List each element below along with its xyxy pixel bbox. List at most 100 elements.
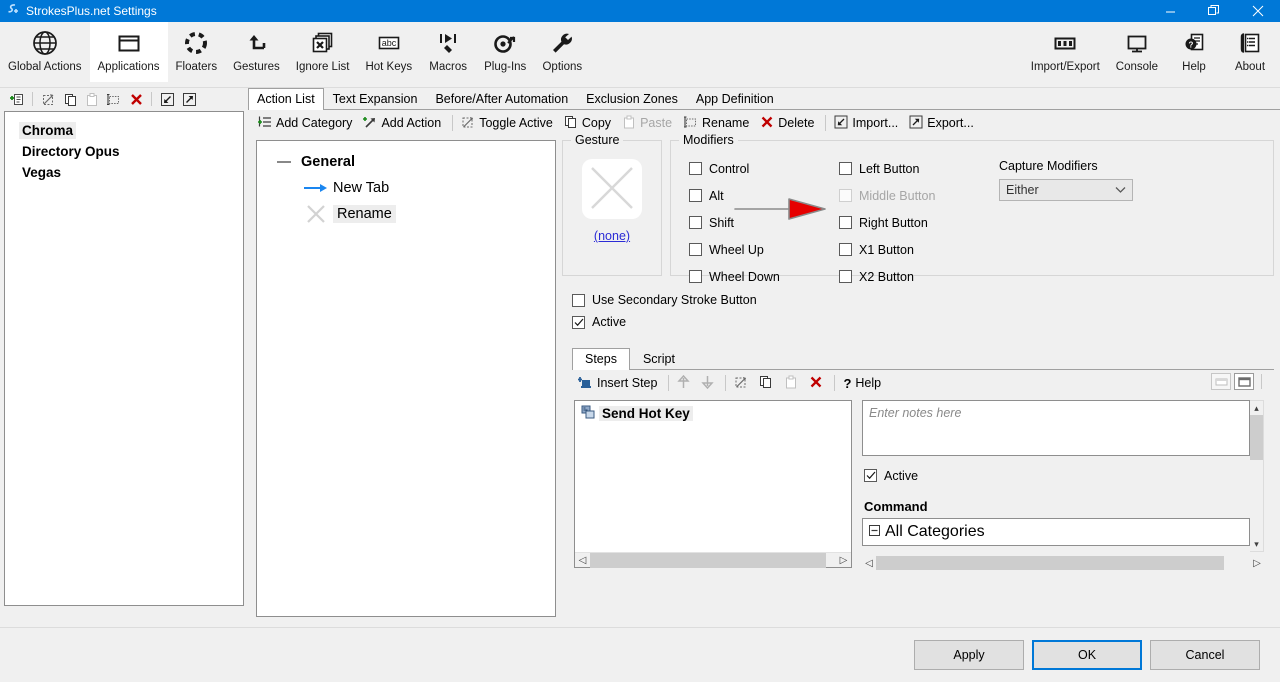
- ribbon-item-console[interactable]: Console: [1108, 22, 1166, 82]
- checkbox-use-secondary-stroke-button[interactable]: Use Secondary Stroke Button: [572, 289, 1274, 311]
- tab-script[interactable]: Script: [630, 348, 688, 370]
- ribbon-item-floaters[interactable]: Floaters: [168, 22, 226, 82]
- steps-delete-button[interactable]: [805, 373, 830, 394]
- steps-horizontal-scrollbar[interactable]: ◁ ▷: [575, 552, 851, 568]
- ribbon-item-global-actions[interactable]: Global Actions: [0, 22, 90, 82]
- insert-step-button[interactable]: Insert Step: [574, 373, 664, 394]
- tab-steps[interactable]: Steps: [572, 348, 630, 370]
- rename-button[interactable]: Rename: [679, 113, 756, 134]
- action-command-bar: Add Category Add Action Toggle Active Co: [248, 110, 1280, 136]
- paste-icon[interactable]: [82, 90, 102, 108]
- checkbox-alt[interactable]: Alt: [689, 182, 839, 209]
- capture-modifiers-select[interactable]: Either: [999, 179, 1133, 201]
- checkbox-middle-button[interactable]: Middle Button: [839, 182, 989, 209]
- copy-button[interactable]: Copy: [560, 113, 618, 134]
- restore-panel-button[interactable]: [1211, 373, 1231, 390]
- scroll-thumb[interactable]: [876, 556, 1224, 570]
- list-item[interactable]: Chroma: [5, 120, 243, 141]
- steps-paste-button[interactable]: [780, 373, 805, 394]
- steps-toggle-active-button[interactable]: [730, 373, 755, 394]
- tab-app-definition[interactable]: App Definition: [687, 88, 783, 110]
- move-down-button[interactable]: [697, 373, 721, 394]
- ribbon-item-options[interactable]: Options: [534, 22, 590, 82]
- ribbon-item-import-export[interactable]: Import/Export: [1023, 22, 1108, 82]
- gesture-none-link[interactable]: (none): [594, 229, 630, 243]
- delete-button[interactable]: Delete: [756, 113, 821, 134]
- checkbox-wheel-down[interactable]: Wheel Down: [689, 263, 839, 290]
- ribbon-item-about[interactable]: About: [1222, 22, 1278, 82]
- ribbon-item-plug-ins[interactable]: Plug-Ins: [476, 22, 534, 82]
- collapse-box-icon[interactable]: [869, 525, 880, 539]
- steps-help-button[interactable]: ? Help: [839, 374, 888, 393]
- ribbon-item-applications[interactable]: Applications: [89, 22, 168, 82]
- rename-icon[interactable]: [104, 90, 124, 108]
- restore-button[interactable]: [1192, 0, 1236, 22]
- scroll-track[interactable]: [590, 552, 836, 568]
- scroll-track[interactable]: [1249, 415, 1264, 537]
- minimize-button[interactable]: [1148, 0, 1192, 22]
- notes-input[interactable]: Enter notes here: [862, 400, 1250, 456]
- checkbox-step-active[interactable]: Active: [864, 462, 1264, 489]
- add-action-button[interactable]: Add Action: [359, 113, 448, 134]
- tab-action-list[interactable]: Action List: [248, 88, 324, 110]
- paste-button[interactable]: Paste: [618, 113, 679, 134]
- scroll-left-arrow[interactable]: ◁: [862, 558, 876, 569]
- add-category-button[interactable]: Add Category: [254, 113, 359, 134]
- steps-list[interactable]: Send Hot Key ◁ ▷: [574, 400, 852, 568]
- scroll-up-arrow[interactable]: ▴: [1254, 401, 1259, 415]
- checkbox-x2-button[interactable]: X2 Button: [839, 263, 989, 290]
- tab-before-after-automation[interactable]: Before/After Automation: [426, 88, 577, 110]
- steps-copy-button[interactable]: [755, 373, 780, 394]
- tree-row-category[interactable]: General: [257, 149, 555, 175]
- collapse-dash-icon[interactable]: [267, 157, 301, 167]
- ribbon-item-hot-keys[interactable]: abc Hot Keys: [357, 22, 420, 82]
- checkbox-left-button[interactable]: Left Button: [839, 155, 989, 182]
- cancel-button[interactable]: Cancel: [1150, 640, 1260, 670]
- close-button[interactable]: [1236, 0, 1280, 22]
- detail-horizontal-scrollbar[interactable]: ◁ ▷: [862, 556, 1264, 570]
- scroll-track[interactable]: [876, 556, 1250, 570]
- ok-button[interactable]: OK: [1032, 640, 1142, 670]
- ribbon-item-gestures[interactable]: Gestures: [225, 22, 288, 82]
- move-up-button[interactable]: [673, 373, 697, 394]
- tree-row-action[interactable]: Rename: [257, 201, 555, 227]
- gesture-preview[interactable]: [582, 159, 642, 219]
- scroll-right-arrow[interactable]: ▷: [836, 555, 851, 566]
- toggle-active-icon[interactable]: [38, 90, 58, 108]
- command-tree[interactable]: All Categories: [862, 518, 1250, 546]
- capture-modifiers-label: Capture Modifiers: [999, 159, 1098, 173]
- tree-row-action[interactable]: New Tab: [257, 175, 555, 201]
- ribbon-item-help[interactable]: ? Help: [1166, 22, 1222, 82]
- copy-icon[interactable]: [60, 90, 80, 108]
- import-button[interactable]: Import...: [830, 113, 905, 134]
- scroll-right-arrow[interactable]: ▷: [1250, 558, 1264, 569]
- add-application-icon[interactable]: [7, 90, 27, 108]
- maximize-panel-button[interactable]: [1234, 373, 1254, 390]
- checkbox-shift[interactable]: Shift: [689, 209, 839, 236]
- ribbon-item-macros[interactable]: Macros: [420, 22, 476, 82]
- applications-list[interactable]: Chroma Directory Opus Vegas: [4, 111, 244, 606]
- ribbon-item-ignore-list[interactable]: Ignore List: [288, 22, 358, 82]
- list-item[interactable]: Vegas: [5, 162, 243, 183]
- apply-button[interactable]: Apply: [914, 640, 1024, 670]
- scroll-thumb[interactable]: [590, 552, 826, 568]
- detail-vertical-scrollbar[interactable]: ▴ ▾: [1249, 400, 1264, 552]
- scroll-down-arrow[interactable]: ▾: [1254, 537, 1259, 551]
- export-icon[interactable]: [179, 90, 199, 108]
- list-item[interactable]: Send Hot Key: [575, 401, 851, 422]
- toggle-active-button[interactable]: Toggle Active: [457, 113, 560, 134]
- checkbox-right-button[interactable]: Right Button: [839, 209, 989, 236]
- import-icon[interactable]: [157, 90, 177, 108]
- scroll-left-arrow[interactable]: ◁: [575, 555, 590, 566]
- checkbox-active[interactable]: Active: [572, 311, 1274, 333]
- action-tree[interactable]: General New Tab Rename: [256, 140, 556, 617]
- tab-text-expansion[interactable]: Text Expansion: [324, 88, 427, 110]
- tab-exclusion-zones[interactable]: Exclusion Zones: [577, 88, 687, 110]
- checkbox-control[interactable]: Control: [689, 155, 839, 182]
- list-item[interactable]: Directory Opus: [5, 141, 243, 162]
- checkbox-wheel-up[interactable]: Wheel Up: [689, 236, 839, 263]
- delete-icon[interactable]: [126, 90, 146, 108]
- export-button[interactable]: Export...: [905, 113, 981, 134]
- checkbox-x1-button[interactable]: X1 Button: [839, 236, 989, 263]
- scroll-thumb[interactable]: [1249, 415, 1263, 460]
